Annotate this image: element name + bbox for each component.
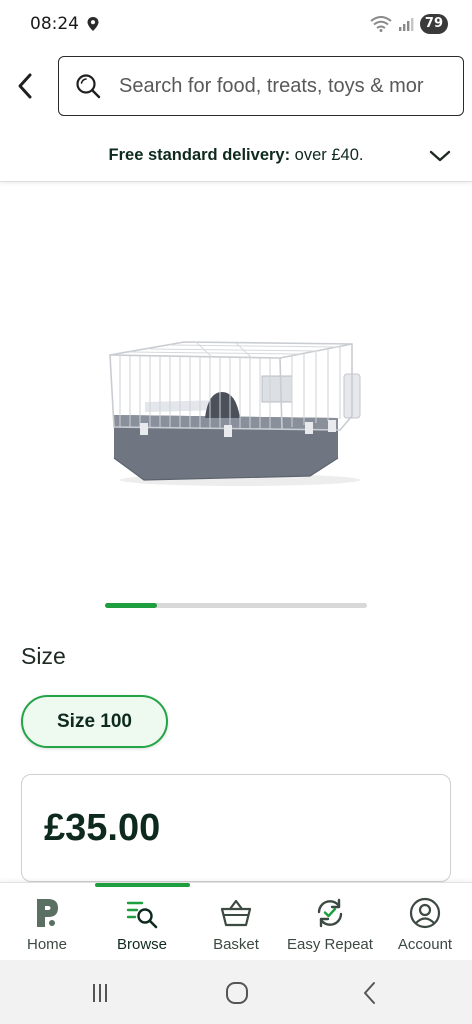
chevron-left-icon: [18, 73, 32, 99]
nav-home-label: Home: [26, 936, 67, 953]
size-label: Size: [21, 643, 66, 669]
delivery-highlight: Free standard delivery:: [108, 146, 291, 164]
delivery-banner[interactable]: Free standard delivery: over £40.: [0, 130, 472, 182]
search-bar[interactable]: [58, 56, 464, 116]
product-image[interactable]: [100, 330, 372, 500]
nav-account[interactable]: Account: [378, 883, 472, 961]
status-bar: 08:24 79: [0, 0, 472, 48]
status-time: 08:24: [30, 14, 79, 34]
wifi-icon: [370, 16, 392, 32]
nav-easy-repeat[interactable]: Easy Repeat: [283, 883, 377, 961]
home-circle-icon[interactable]: [217, 978, 257, 1008]
carousel-progress-fill: [105, 603, 158, 608]
recent-apps-icon[interactable]: [80, 978, 120, 1008]
nav-basket[interactable]: Basket: [189, 883, 283, 961]
delivery-text: Free standard delivery: over £40.: [109, 146, 364, 165]
nav-account-label: Account: [397, 936, 453, 953]
system-nav-bar: [0, 960, 472, 1024]
image-carousel-progress: [105, 603, 367, 608]
back-arrow-icon[interactable]: [350, 978, 390, 1008]
battery-indicator: 79: [419, 14, 448, 34]
price-value: £35.00: [44, 807, 161, 849]
search-icon: [76, 74, 101, 99]
account-icon: [409, 897, 441, 929]
nav-easy-repeat-label: Easy Repeat: [287, 936, 373, 953]
price-card: £35.00: [21, 774, 451, 882]
basket-icon: [220, 899, 252, 927]
status-icons: 79: [370, 13, 448, 35]
nav-browse[interactable]: Browse: [95, 883, 189, 961]
delivery-threshold: over £40.: [290, 146, 364, 164]
nav-home[interactable]: Home: [0, 883, 94, 961]
back-button[interactable]: [10, 66, 40, 106]
signal-icon: [398, 18, 414, 31]
nav-browse-label: Browse: [116, 936, 168, 953]
search-input[interactable]: [119, 74, 439, 98]
nav-basket-label: Basket: [213, 936, 259, 953]
bottom-nav: Home Browse Basket Easy Repeat Account: [0, 882, 472, 960]
repeat-icon: [317, 898, 343, 928]
chevron-down-icon[interactable]: [428, 146, 452, 166]
location-icon: [87, 17, 99, 31]
size-option-button[interactable]: Size 100: [21, 695, 168, 748]
browse-search-icon: [126, 901, 158, 929]
pets-at-home-logo-icon: [37, 899, 58, 927]
